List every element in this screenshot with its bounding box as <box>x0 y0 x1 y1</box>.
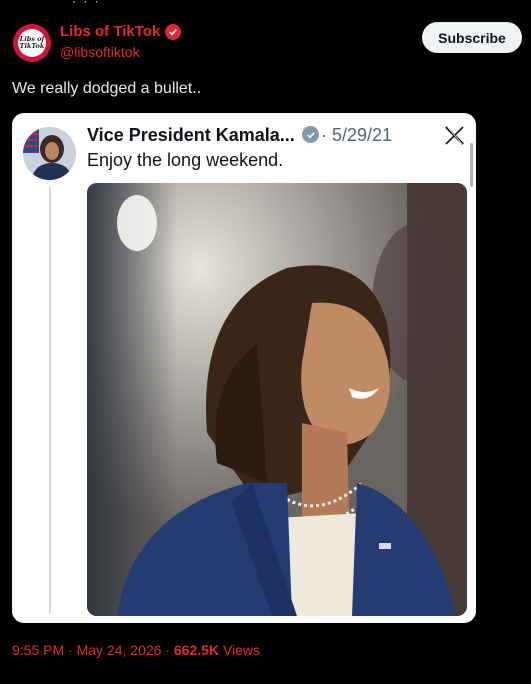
quoted-date[interactable]: · 5/29/21 <box>321 125 392 146</box>
author-display-name[interactable]: Libs of TikTok <box>60 23 160 40</box>
top-ellipsis: · · · <box>72 0 101 8</box>
quoted-date-text[interactable]: 5/29/21 <box>332 125 392 145</box>
x-logo-icon[interactable] <box>444 125 465 151</box>
post-meta: 9:55 PM · May 24, 2026 · 662.5K Views <box>12 642 260 658</box>
meta-separator: · <box>68 642 77 658</box>
author-avatar[interactable]: Libs of TikTok <box>13 24 51 62</box>
author-name-row[interactable]: Libs of TikTok <box>60 23 182 40</box>
author-handle[interactable]: @libsoftiktok <box>60 44 140 60</box>
quoted-text: Enjoy the long weekend. <box>87 150 284 170</box>
quoted-photo[interactable] <box>87 183 467 616</box>
post-text: We really dodged a bullet.. <box>12 80 202 97</box>
thread-line <box>49 187 51 613</box>
views-label: Views <box>222 642 261 658</box>
avatar-logo: Libs of TikTok <box>18 29 46 57</box>
views-count: 662.5K <box>173 642 220 658</box>
post-date[interactable]: May 24, 2026 <box>77 642 162 658</box>
subscribe-button[interactable]: Subscribe <box>422 22 522 53</box>
quoted-author-name[interactable]: Vice President Kamala... <box>87 125 295 146</box>
meta-separator: · <box>165 642 174 658</box>
verified-icon <box>165 23 182 40</box>
verified-icon <box>302 126 319 143</box>
top-edge: · · · <box>0 0 531 8</box>
quoted-post-card[interactable]: Vice President Kamala... · 5/29/21 Enjoy… <box>12 113 476 623</box>
embed-scrollbar[interactable] <box>470 143 473 187</box>
quoted-author-avatar[interactable] <box>23 127 76 180</box>
avatar-logo-text: Libs of TikTok <box>19 35 45 50</box>
post-time[interactable]: 9:55 PM <box>12 642 64 658</box>
